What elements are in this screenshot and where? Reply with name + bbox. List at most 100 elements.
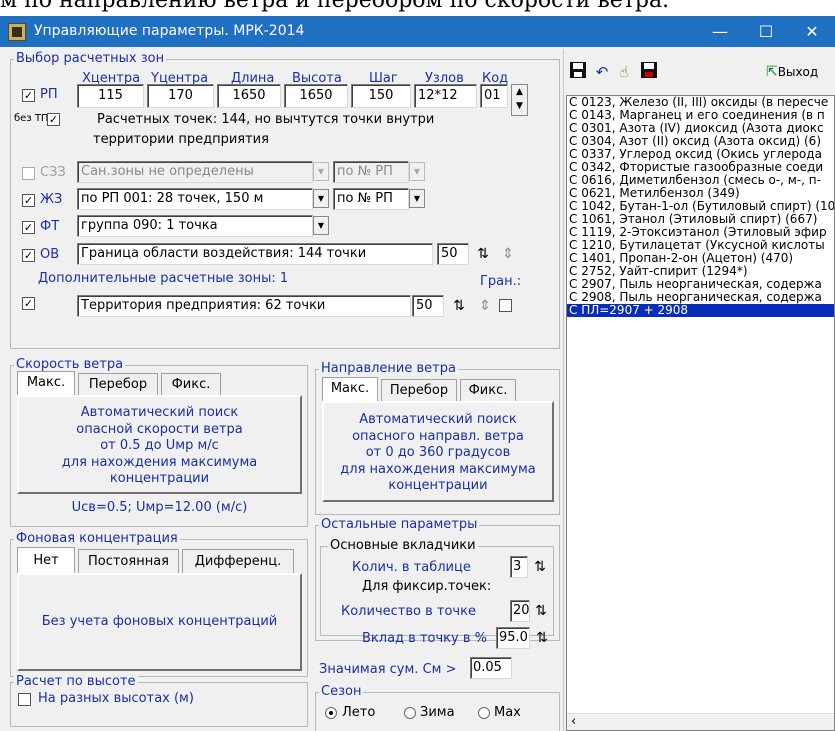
rp-info-line1: Расчетных точек: 144, но вычтутся точки … — [97, 112, 435, 127]
substance-list[interactable]: С 0123, Железо (II, III) оксиды (в перес… — [566, 95, 835, 731]
zhz-by-dropdown-icon[interactable]: ▼ — [409, 189, 425, 208]
background-panel: Без учета фоновых концентраций — [17, 573, 302, 671]
zhz-dropdown-icon[interactable]: ▼ — [313, 189, 329, 208]
zhz-by-select[interactable]: по № РП — [333, 188, 409, 210]
count-in-table-label: Колич. в таблице — [352, 560, 471, 575]
count-in-point-spin-icon[interactable]: ⇅ — [530, 600, 552, 622]
background-tab-differential[interactable]: Дифференц. — [182, 549, 294, 573]
wind-dir-line: Автоматический поиск — [359, 412, 517, 427]
territory-checkbox[interactable]: ✓ — [22, 297, 35, 310]
wind-dir-tab-search[interactable]: Перебор — [381, 379, 457, 401]
other-params-group-label: Остальные параметры — [319, 517, 480, 532]
wind-speed-tab-search[interactable]: Перебор — [78, 373, 158, 395]
wind-direction-group-label: Направление ветра — [319, 361, 458, 376]
substance-item-selected[interactable]: С ПЛ=2907 + 2908 — [567, 304, 834, 317]
main-contributors-label: Основные вкладчики — [328, 538, 478, 553]
szz-by-dropdown-icon[interactable]: ▼ — [409, 162, 425, 181]
wind-speed-line: Автоматический поиск — [80, 405, 239, 420]
minimize-button[interactable]: — — [697, 16, 743, 47]
wind-speed-line: для нахождения максимума — [61, 454, 258, 470]
territory-field[interactable]: Территория предприятия: 62 точки — [77, 295, 411, 317]
wind-speed-tab-max[interactable]: Макс. — [17, 371, 75, 395]
additional-zones-label: Дополнительные расчетные зоны: 1 — [38, 271, 289, 286]
rp-xc-field[interactable]: 115 — [77, 84, 144, 108]
ov-arrows-icon[interactable]: ⇅ — [472, 243, 494, 265]
ov-checkbox[interactable]: ✓ — [22, 249, 35, 262]
wind-dir-tab-max[interactable]: Макс. — [322, 377, 378, 401]
undo-icon[interactable]: ↶ — [591, 61, 613, 83]
window-title: Управляющие параметры. МРК-2014 — [34, 23, 305, 39]
territory-arrows-icon[interactable]: ⇅ — [448, 295, 470, 317]
rp-length-field[interactable]: 1650 — [217, 84, 281, 108]
wind-speed-group-label: Скорость ветра — [14, 357, 126, 372]
rp-info-line2: территории предприятия — [93, 132, 269, 147]
without-tp-checkbox[interactable]: ✓ — [47, 113, 60, 126]
exit-icon: ⇱ — [766, 64, 778, 80]
ft-checkbox[interactable]: ✓ — [22, 221, 35, 234]
wind-dir-tab-fixed[interactable]: Фикс. — [460, 379, 516, 401]
height-calc-group-label: Расчет по высоте — [14, 674, 138, 689]
wind-dir-line: для нахождения максимума — [340, 461, 536, 477]
szz-checkbox[interactable] — [22, 167, 35, 180]
significant-sum-field[interactable]: 0.05 — [470, 657, 512, 679]
count-in-table-spin-icon[interactable]: ⇅ — [529, 556, 551, 578]
zhz-checkbox[interactable]: ✓ — [22, 194, 35, 207]
ov-field[interactable]: Граница области воздействия: 144 точки — [77, 243, 433, 265]
contrib-pct-spin-icon[interactable]: ⇅ — [531, 627, 553, 649]
scroll-left-icon[interactable]: ‹ — [571, 714, 576, 730]
significant-sum-label: Значимая сум. См > — [319, 662, 457, 677]
gran-label: Гран.: — [480, 274, 522, 289]
count-in-point-label: Количество в точке — [341, 604, 476, 619]
horizontal-scrollbar[interactable]: ‹ — [567, 713, 834, 730]
season-summer-radio[interactable] — [325, 707, 337, 719]
different-heights-label: На разных высотах (м) — [38, 691, 194, 706]
rp-checkbox[interactable]: ✓ — [22, 89, 35, 102]
wind-dir-line: концентрации — [388, 478, 488, 493]
ov-num-field[interactable]: 50 — [437, 243, 469, 265]
ft-dropdown-icon[interactable]: ▼ — [313, 216, 329, 235]
different-heights-checkbox[interactable] — [18, 693, 31, 706]
maximize-button[interactable]: ☐ — [743, 16, 789, 47]
count-in-table-field[interactable]: 3 — [510, 556, 528, 578]
ft-select[interactable]: группа 090: 1 точка — [77, 215, 313, 237]
ov-updown-icon[interactable]: ⇕ — [497, 243, 519, 265]
season-winter-radio[interactable] — [404, 707, 416, 719]
without-tp-label: без ТП — [14, 113, 49, 124]
wind-speed-footer: Uсв=0.5; Uмр=12.00 (м/с) — [71, 500, 248, 515]
territory-updown-icon[interactable]: ⇕ — [474, 295, 496, 317]
szz-dropdown-icon[interactable]: ▼ — [313, 162, 329, 181]
wind-speed-tab-fixed[interactable]: Фикс. — [161, 373, 221, 395]
wind-dir-line: от 0 до 360 градусов — [365, 445, 511, 460]
rp-code-spinner[interactable]: ▲ ▼ — [511, 84, 528, 116]
rp-yc-field[interactable]: 170 — [147, 84, 214, 108]
ov-label: ОВ — [40, 247, 60, 262]
background-tab-none[interactable]: Нет — [17, 547, 75, 573]
background-group-label: Фоновая концентрация — [14, 531, 180, 546]
gran-checkbox[interactable] — [499, 299, 512, 312]
hand-icon[interactable]: ☝ — [613, 61, 635, 83]
background-panel-text: Без учета фоновых концентраций — [41, 614, 278, 629]
save-as-icon[interactable] — [638, 61, 660, 83]
season-max-radio[interactable] — [478, 707, 490, 719]
background-tab-constant[interactable]: Постоянная — [78, 549, 179, 573]
save-icon[interactable] — [567, 61, 589, 83]
zones-group-label: Выбор расчетных зон — [14, 51, 167, 66]
szz-by-select[interactable]: по № РП — [333, 161, 409, 183]
exit-button[interactable]: ⇱Выход — [766, 61, 835, 85]
title-bar: Управляющие параметры. МРК-2014 — ☐ ✕ — [0, 16, 835, 47]
rp-nodes-field[interactable]: 12*12 — [414, 84, 477, 108]
rp-code-field[interactable]: 01 — [480, 84, 508, 108]
szz-label: СЗЗ — [40, 165, 66, 180]
territory-num-field[interactable]: 50 — [412, 295, 444, 317]
wind-dir-panel: Автоматический поиск опасного направл. в… — [322, 401, 554, 502]
exit-label: Выход — [777, 65, 819, 79]
count-in-point-field[interactable]: 20 — [510, 600, 530, 622]
szz-select[interactable]: Сан.зоны не определены — [77, 161, 313, 183]
rp-height-field[interactable]: 1650 — [284, 84, 348, 108]
close-button[interactable]: ✕ — [789, 16, 835, 47]
rp-step-field[interactable]: 150 — [351, 84, 411, 108]
contrib-pct-field[interactable]: 95.0 — [496, 627, 530, 649]
contrib-pct-label: Вклад в точку в % — [362, 631, 487, 646]
zhz-select[interactable]: по РП 001: 28 точек, 150 м — [77, 188, 313, 210]
season-winter-label: Зима — [420, 705, 455, 720]
